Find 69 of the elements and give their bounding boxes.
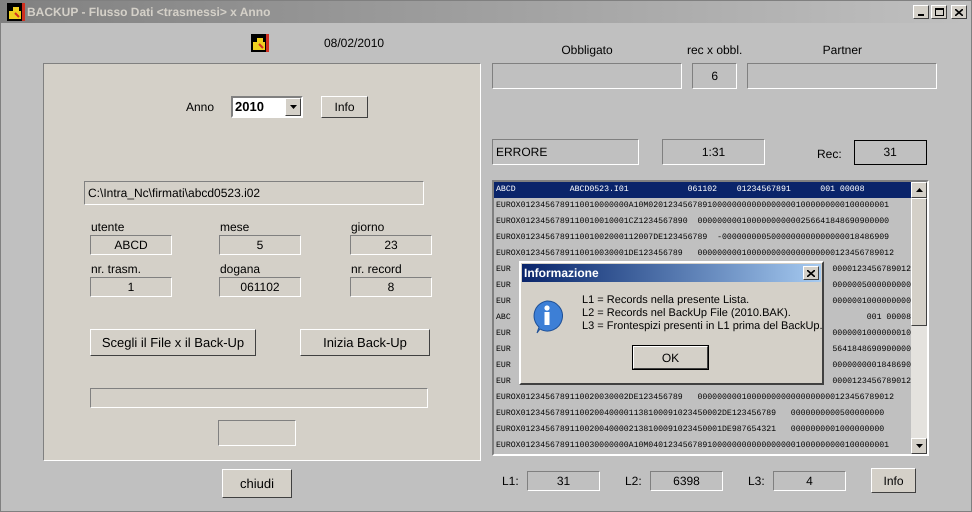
rec-label: Rec: (817, 146, 842, 163)
field-label: nr. trasm. (90, 262, 142, 277)
maximize-icon (934, 8, 944, 16)
scroll-up-icon (916, 188, 922, 192)
info-button[interactable]: Info (871, 468, 916, 493)
text-field[interactable] (218, 420, 296, 446)
counter-label: L1: (502, 472, 520, 490)
text-field[interactable]: 31 (854, 140, 927, 164)
record-row[interactable]: EUROX0123456789110030000000A10M0401234567891000000000000000001000000000100000001 (494, 438, 911, 454)
minimize-icon (918, 14, 924, 16)
field-label: Partner (822, 43, 862, 57)
app-icon (7, 3, 25, 21)
field-label: giorno (350, 220, 386, 235)
text-field[interactable] (492, 63, 682, 89)
text-field[interactable]: 4 (773, 470, 846, 490)
start-backup-button[interactable]: Inizia Back-Up (300, 329, 430, 356)
counter-label: L2: (625, 472, 643, 490)
text-field[interactable]: 5 (219, 235, 301, 255)
close-window-button[interactable]: chiudi (222, 469, 292, 498)
dialog-message: L3 = Frontespizi presenti in L1 prima del BackUp. (582, 320, 823, 333)
path-field[interactable]: C:\Intra_Nc\firmati\abcd0523.i02 (84, 181, 424, 205)
field-label: rec x obbl. (687, 43, 742, 57)
text-field[interactable]: 6 (692, 63, 738, 89)
dialog-message: L1 = Records nella presente Lista. (582, 294, 750, 307)
text-field[interactable]: 1 (90, 277, 172, 297)
text-field[interactable]: ERRORE (492, 139, 639, 165)
dialog-title: Informazione (524, 265, 599, 282)
maximize-button[interactable] (931, 5, 947, 19)
close-icon (807, 270, 815, 276)
minimize-button[interactable] (913, 5, 929, 19)
info-button[interactable]: Info (321, 96, 368, 118)
year-dropdown[interactable]: 2010 (231, 96, 304, 118)
info-icon (531, 300, 563, 334)
text-field[interactable]: 6398 (650, 470, 723, 490)
text-field[interactable]: 1:31 (662, 139, 765, 165)
field-label: Obbligato (561, 43, 613, 57)
record-row[interactable]: ABCD ABCD0523.I01 061102 01234567891 001 00008 (494, 182, 911, 198)
record-row[interactable]: EUROX0123456789110020030002DE123456789 0000000001000000000000000000123456789012 (494, 390, 911, 406)
record-row[interactable]: EUROX012345678911001002000112007DE123456789 -0000000005000000000000000018486909 (494, 230, 911, 246)
record-row[interactable]: EUROX0123456789110010030001DE123456789 0000000001000000000000000000123456789012 (494, 246, 911, 262)
field-label: dogana (219, 262, 262, 277)
field-label: mese (219, 220, 250, 235)
text-field[interactable]: 8 (350, 277, 432, 297)
text-field[interactable]: 31 (527, 470, 600, 490)
record-row[interactable]: EUROX01234567891100200400001138100091023450002DE123456789 0000000000500000000 (494, 406, 911, 422)
dialog-message: L2 = Records nel BackUp File (2010.BAK). (582, 307, 792, 320)
choose-file-button[interactable]: Scegli il File x il Back-Up (90, 329, 256, 356)
close-button[interactable] (803, 266, 819, 280)
text-field[interactable]: 061102 (219, 277, 301, 297)
text-field[interactable] (90, 388, 428, 408)
field-label: nr. record (350, 262, 403, 277)
window-title: BACKUP - Flusso Dati <trasmessi> x Anno (27, 4, 270, 21)
caret-icon (290, 105, 297, 109)
date-label: 08/02/2010 (324, 35, 384, 52)
record-row[interactable]: EUROX0123456789110010010001CZ1234567890 000000000100000000000256641848690900000 (494, 214, 911, 230)
close-icon (955, 8, 963, 16)
text-field[interactable]: ABCD (90, 235, 172, 255)
field-label: utente (90, 220, 126, 235)
counter-label: L3: (748, 472, 766, 490)
anno-label: Anno (186, 99, 214, 116)
ok-button[interactable]: OK (633, 346, 708, 369)
text-field[interactable]: 23 (350, 235, 432, 255)
record-row[interactable]: EUROX01234567891100200400002138100091023450001DE987654321 0000000001000000000 (494, 422, 911, 438)
close-button[interactable] (951, 5, 967, 19)
app-icon (251, 34, 269, 52)
text-field[interactable] (747, 63, 938, 89)
scrollbar[interactable] (911, 182, 927, 454)
scroll-down-icon (916, 444, 922, 448)
record-row[interactable]: EUROX0123456789110010000000A10M0201234567891000000000000000001000000000100000001 (494, 198, 911, 214)
